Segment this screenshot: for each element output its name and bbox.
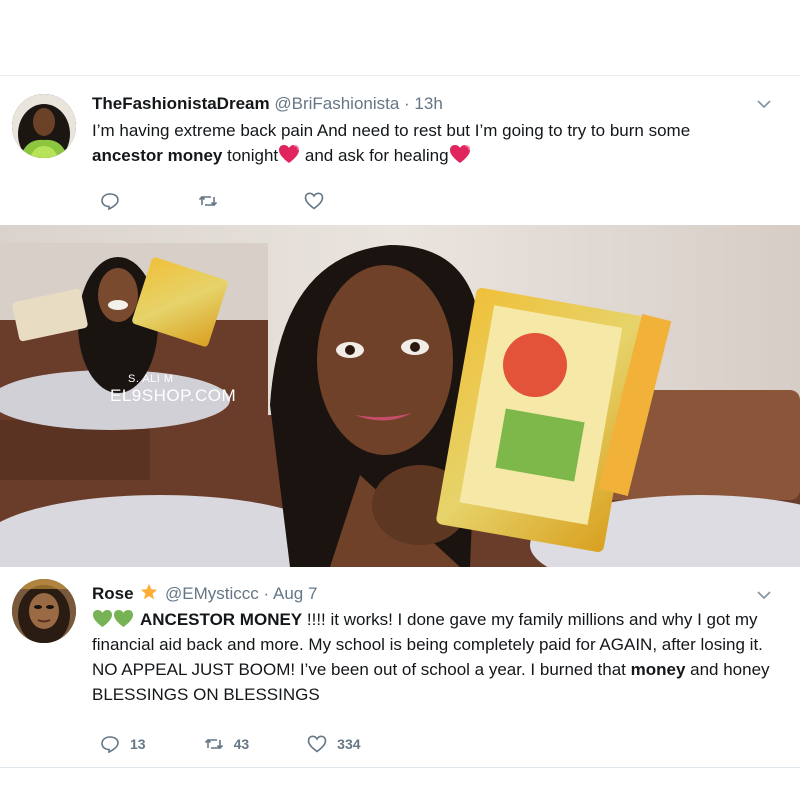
green-heart-emoji xyxy=(93,609,112,628)
watermark-line-2: EL9SHOP.COM xyxy=(110,386,236,405)
tweet-actions xyxy=(100,191,392,211)
green-heart-emoji xyxy=(114,609,133,628)
tweet-card-1[interactable]: TheFashionistaDream @BriFashionista · 13… xyxy=(0,75,800,226)
retweet-icon xyxy=(204,738,223,750)
like-button[interactable] xyxy=(304,191,334,211)
tweet-text-line: I’m having extreme back pain And need to… xyxy=(92,121,691,140)
tweet-card-2[interactable]: Rose @EMysticcc · Aug 7 ANCESTOR MONEY !… xyxy=(0,567,800,768)
chevron-down-icon[interactable] xyxy=(756,587,772,603)
tweet-text-segment: and ask for healing xyxy=(300,146,449,165)
tweet-text-bold: money xyxy=(630,660,686,679)
reply-icon xyxy=(101,193,119,211)
display-name[interactable]: Rose xyxy=(92,584,134,603)
reply-button[interactable]: 13 xyxy=(100,734,146,754)
chevron-down-icon[interactable] xyxy=(756,96,772,112)
watermark-line-1: S. ALI M xyxy=(128,373,174,385)
inset-image: S. ALI M EL9SHOP.COM xyxy=(0,243,268,430)
tweet-header: Rose @EMysticcc · Aug 7 xyxy=(92,583,317,604)
tweet-text: ANCESTOR MONEY !!!! it works! I done gav… xyxy=(92,607,780,707)
star-emoji xyxy=(141,583,158,600)
handle-and-time[interactable]: @BriFashionista · 13h xyxy=(274,94,442,113)
tweet-text-bold: ancestor money xyxy=(92,146,223,165)
heart-emoji xyxy=(449,145,470,163)
retweet-count: 43 xyxy=(233,736,250,752)
retweet-button[interactable] xyxy=(198,191,228,211)
tweet-text-segment: tonight xyxy=(222,146,279,165)
like-icon xyxy=(307,735,327,753)
like-count: 334 xyxy=(337,736,361,752)
tweet-text-bold: ANCESTOR MONEY xyxy=(140,610,303,629)
like-icon xyxy=(304,192,324,210)
avatar[interactable] xyxy=(12,579,76,643)
tweet-actions: 13 43 334 xyxy=(100,734,419,754)
heart-emoji xyxy=(279,145,300,163)
tweet-header: TheFashionistaDream @BriFashionista · 13… xyxy=(92,94,443,114)
retweet-icon xyxy=(198,195,218,207)
avatar[interactable] xyxy=(12,94,76,158)
like-button[interactable]: 334 xyxy=(307,734,361,754)
reply-count: 13 xyxy=(130,736,146,752)
reply-button[interactable] xyxy=(100,191,130,211)
handle-and-time[interactable]: @EMysticcc · Aug 7 xyxy=(165,584,317,603)
reply-icon xyxy=(101,736,119,754)
tweet-text: I’m having extreme back pain And need to… xyxy=(92,118,780,168)
retweet-button[interactable]: 43 xyxy=(204,734,250,754)
display-name[interactable]: TheFashionistaDream xyxy=(92,94,270,113)
video-thumbnail-photo: S. ALI M EL9SHOP.COM xyxy=(0,225,800,567)
